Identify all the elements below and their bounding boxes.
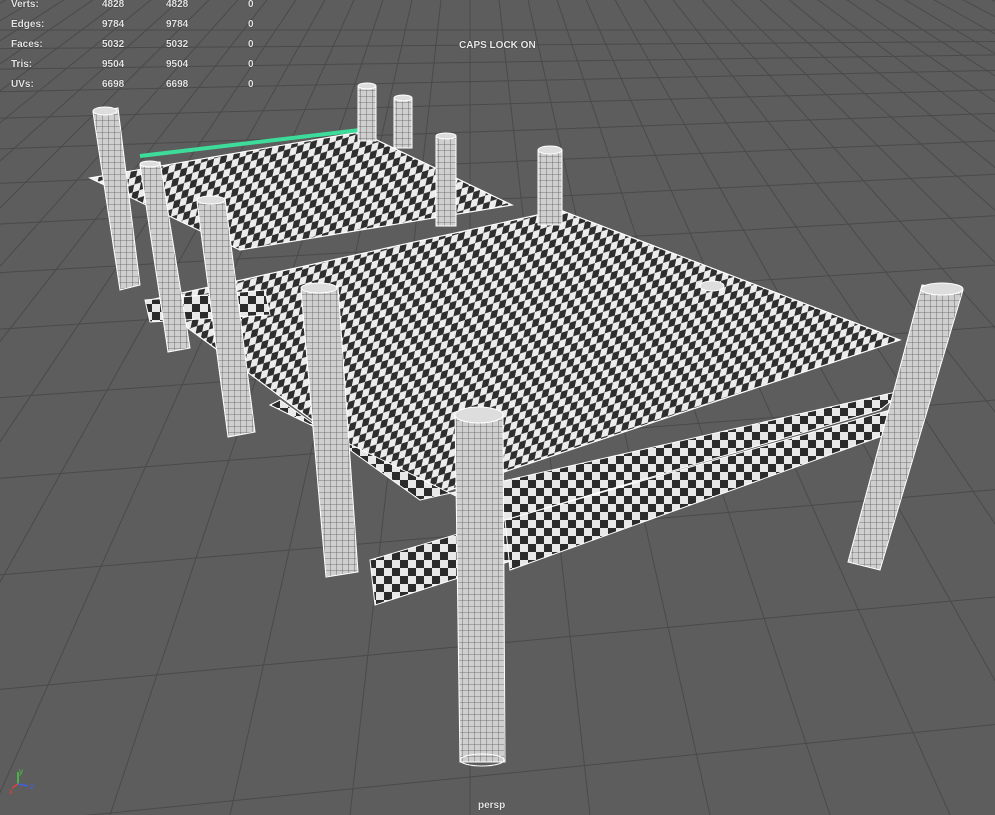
hud-value: 5032 — [102, 39, 125, 50]
viewport-3d[interactable]: Verts: 4828 4828 0 Edges: 9784 9784 0 Fa… — [0, 0, 995, 815]
hud-label: Tris: — [11, 59, 33, 70]
hud-label: Faces: — [11, 39, 43, 50]
hud-label: UVs: — [11, 79, 34, 90]
hud-value: 0 — [248, 79, 254, 90]
post-back-3 — [435, 132, 457, 227]
hud-value: 4828 — [166, 0, 189, 10]
hud-value: 6698 — [102, 79, 125, 90]
hud-value: 0 — [248, 39, 254, 50]
hud-value: 0 — [248, 19, 254, 30]
post-back-4 — [537, 145, 563, 226]
poly-count-hud: Verts: 4828 4828 0 Edges: 9784 9784 0 Fa… — [0, 0, 270, 100]
camera-name-label: persp — [478, 800, 506, 811]
hud-value: 9504 — [102, 59, 125, 70]
hud-label: Verts: — [11, 0, 39, 10]
hud-value: 9784 — [166, 19, 189, 30]
post-back-2 — [393, 94, 413, 149]
axis-x-label: x — [9, 787, 13, 796]
view-axis-icon: y x z — [9, 768, 34, 796]
post-back-1 — [357, 82, 377, 142]
hud-value: 5032 — [166, 39, 189, 50]
hud-value: 4828 — [102, 0, 125, 10]
post-front — [454, 406, 506, 767]
post-stub — [699, 280, 725, 292]
hud-value: 6698 — [166, 79, 189, 90]
hud-row-uvs: UVs: 6698 6698 0 — [0, 79, 270, 100]
hud-value: 0 — [248, 59, 254, 70]
axis-z-label: z — [30, 782, 34, 791]
hud-label: Edges: — [11, 19, 45, 30]
hud-row-faces: Faces: 5032 5032 0 — [0, 39, 270, 60]
hud-row-tris: Tris: 9504 9504 0 — [0, 59, 270, 80]
hud-value: 9784 — [102, 19, 125, 30]
hud-value: 0 — [248, 0, 254, 10]
hud-value: 9504 — [166, 59, 189, 70]
dock-deck-main[interactable] — [144, 209, 906, 606]
caps-lock-indicator: CAPS LOCK ON — [459, 40, 536, 51]
scene-canvas[interactable] — [0, 0, 995, 815]
axis-y-label: y — [19, 768, 23, 776]
